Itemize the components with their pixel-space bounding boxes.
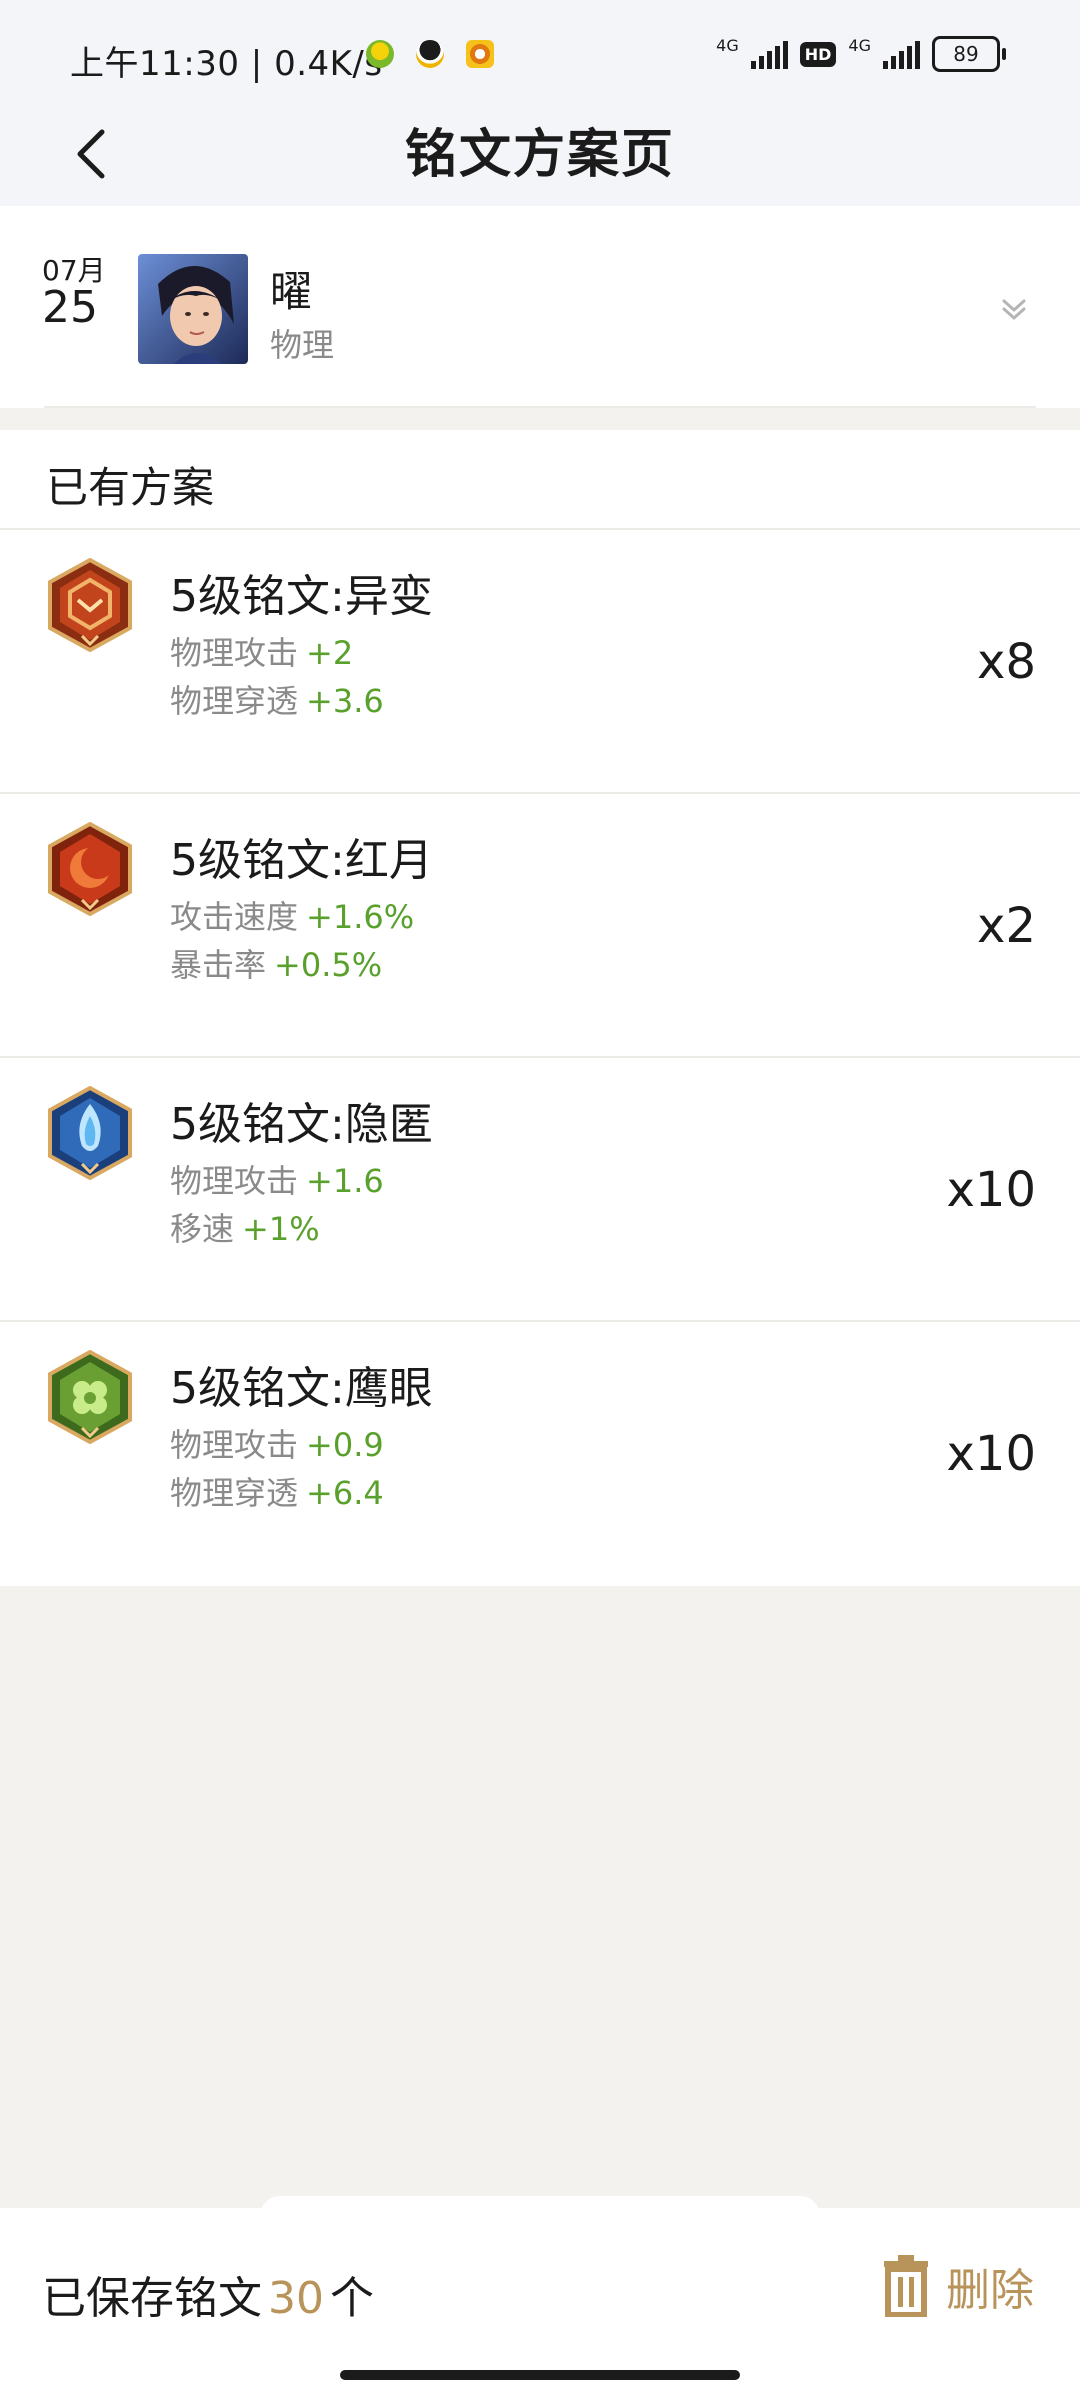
- rune-name: 5级铭文:隐匿: [170, 1099, 433, 1150]
- saved-suffix: 个: [330, 2273, 374, 2324]
- notification-icons: [366, 40, 494, 68]
- rune-row[interactable]: 5级铭文:鹰眼 物理攻击 +0.9 物理穿透 +6.4 x10: [0, 1322, 1080, 1586]
- stat-label: 物理穿透: [170, 682, 299, 720]
- stat-value: +1.6: [306, 1162, 384, 1200]
- double-chevron-down-icon: [1002, 299, 1026, 320]
- rune-name: 5级铭文:鹰眼: [170, 1363, 433, 1414]
- stat-value: +0.9: [306, 1426, 384, 1464]
- network-type-2: 4G: [848, 36, 871, 55]
- stat-value: +1.6%: [306, 898, 415, 936]
- hd-badge: HD: [799, 41, 837, 67]
- hero-type: 物理: [270, 326, 335, 364]
- page-title: 铭文方案页: [404, 125, 675, 185]
- stat-label: 物理穿透: [170, 1474, 299, 1512]
- stat-value: +3.6: [306, 682, 384, 720]
- signal-icon: [750, 39, 788, 69]
- rune-stat: 物理攻击 +1.6: [170, 1156, 384, 1202]
- system-icons: 4G HD 4G 89: [716, 36, 1006, 72]
- rune-stat: 物理攻击 +2: [170, 628, 353, 674]
- rune-stealth-icon: [48, 1085, 132, 1181]
- rune-stat: 移速 +1%: [170, 1204, 320, 1250]
- delete-label: 删除: [946, 2265, 1034, 2316]
- delete-button[interactable]: 删除: [880, 2254, 1034, 2318]
- separator: |: [250, 44, 275, 84]
- rune-stat: 攻击速度 +1.6%: [170, 892, 414, 938]
- rune-count: x8: [977, 634, 1036, 690]
- hero-name: 曜: [270, 267, 313, 316]
- rune-row[interactable]: 5级铭文:异变 物理攻击 +2 物理穿透 +3.6 x8: [0, 530, 1080, 794]
- rune-count: x10: [946, 1426, 1036, 1482]
- saved-prefix: 已保存铭文: [42, 2273, 262, 2324]
- divider: [44, 406, 1036, 408]
- saved-summary: 已保存铭文 30 个: [42, 2262, 374, 2326]
- rune-stat: 物理穿透 +6.4: [170, 1468, 384, 1514]
- hero-selector[interactable]: 07月 25 曜 物理: [0, 206, 1080, 408]
- rune-hawkeye-icon: [48, 1349, 132, 1445]
- section-header: 已有方案: [0, 430, 1080, 530]
- stat-label: 物理攻击: [170, 1426, 299, 1464]
- rune-variant-icon: [48, 557, 132, 653]
- network-type-1: 4G: [716, 36, 739, 55]
- expand-button[interactable]: [994, 290, 1034, 330]
- rune-redmoon-icon: [48, 821, 132, 917]
- hero-portrait: [138, 254, 248, 364]
- nav-bar: 铭文方案页: [0, 100, 1080, 206]
- stat-label: 移速: [170, 1210, 235, 1248]
- rune-list: 5级铭文:异变 物理攻击 +2 物理穿透 +3.6 x8 5级铭文:红月 攻击速度 +…: [0, 530, 1080, 1586]
- rune-stat: 物理攻击 +0.9: [170, 1420, 384, 1466]
- trash-icon: [884, 2255, 928, 2317]
- rune-row[interactable]: 5级铭文:隐匿 物理攻击 +1.6 移速 +1% x10: [0, 1058, 1080, 1322]
- stat-value: +2: [306, 634, 354, 672]
- hero-date: 07月 25: [42, 256, 122, 330]
- stat-value: +0.5%: [274, 946, 383, 984]
- top-area: 上午11:30 | 0.4K/s 4G HD 4G 89 铭文方案页: [0, 0, 1080, 206]
- clock: 上午11:30: [70, 44, 240, 84]
- stat-label: 攻击速度: [170, 898, 299, 936]
- rune-row[interactable]: 5级铭文:红月 攻击速度 +1.6% 暴击率 +0.5% x2: [0, 794, 1080, 1058]
- saved-count: 30: [268, 2273, 324, 2324]
- signal-icon-2: [883, 39, 920, 69]
- status-time: 上午11:30 | 0.4K/s: [70, 36, 383, 85]
- home-indicator[interactable]: [340, 2370, 740, 2380]
- qq-icon: [416, 40, 444, 68]
- battery-icon: 89: [932, 36, 1006, 72]
- rune-count: x2: [977, 898, 1036, 954]
- rune-stat: 暴击率 +0.5%: [170, 940, 382, 986]
- stat-label: 暴击率: [170, 946, 267, 984]
- section-title: 已有方案: [46, 463, 215, 512]
- app-notification-icon: [366, 40, 394, 68]
- rune-stat: 物理穿透 +3.6: [170, 676, 384, 722]
- rune-count: x10: [946, 1162, 1036, 1218]
- stat-value: +6.4: [306, 1474, 384, 1512]
- hero-avatar: [138, 254, 248, 364]
- stat-label: 物理攻击: [170, 1162, 299, 1200]
- app-badge-icon: [466, 40, 494, 68]
- rune-name: 5级铭文:异变: [170, 571, 433, 622]
- stat-label: 物理攻击: [170, 634, 299, 672]
- status-bar: 上午11:30 | 0.4K/s 4G HD 4G 89: [0, 0, 1080, 116]
- rune-name: 5级铭文:红月: [170, 835, 433, 886]
- hero-day: 25: [42, 282, 98, 333]
- stat-value: +1%: [242, 1210, 320, 1248]
